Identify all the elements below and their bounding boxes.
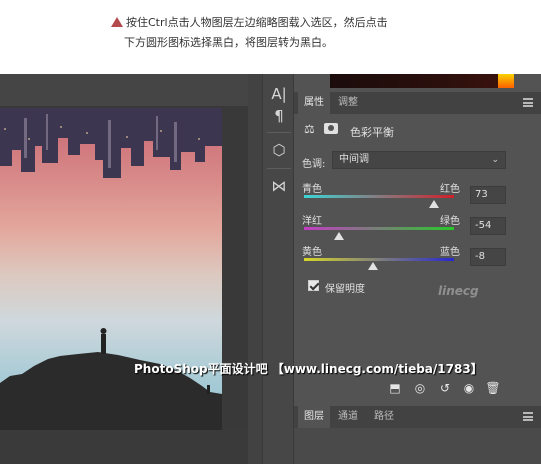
- layers-menu-icon[interactable]: [523, 412, 533, 421]
- slider-cyan-red-thumb[interactable]: [428, 200, 439, 208]
- caption-line-2: 下方圆形图标选择黑白，将图层转为黑白。: [124, 36, 333, 49]
- tab-adjustments[interactable]: 调整: [338, 92, 358, 114]
- preserve-luminosity-checkbox[interactable]: [308, 280, 319, 291]
- paragraph-icon[interactable]: ¶: [267, 104, 291, 128]
- instruction-caption: 按住Ctrl点击人物图层左边缩略图载入选区，然后点击 下方圆形图标选择黑白，将图…: [0, 0, 541, 74]
- tab-layers[interactable]: 图层: [298, 406, 330, 428]
- mask-circle: [328, 125, 334, 131]
- tool-separator: [267, 132, 291, 133]
- slider-yellow-blue-thumb[interactable]: [368, 262, 378, 270]
- site-watermark: PhotoShop平面设计吧 【www.linecg.com/tieba/178…: [134, 362, 483, 376]
- properties-icon-bar: ⬒ ◎ ↺ ◉ 🗑: [294, 376, 541, 400]
- slider-magenta-green-thumb[interactable]: [333, 232, 344, 240]
- photoshop-window: A| ¶ ⬡ ⋈ 属性 调整 ⚖ 色彩平衡 色调: 中间调 ⌄ 青色 红色 73: [0, 74, 541, 464]
- transform-icon[interactable]: ⋈: [267, 174, 291, 198]
- trash-icon[interactable]: 🗑: [484, 379, 502, 397]
- hill-silhouette: [0, 328, 222, 430]
- clip-to-layer-icon[interactable]: ⬒: [386, 379, 404, 397]
- visibility-eye-icon[interactable]: ◉: [460, 379, 478, 397]
- tab-paths[interactable]: 路径: [374, 406, 394, 428]
- layers-tabs: 图层 通道 路径: [294, 406, 541, 428]
- caption-line-1: 按住Ctrl点击人物图层左边缩略图载入选区，然后点击: [126, 16, 388, 29]
- slider-cyan-label: 青色: [302, 184, 322, 195]
- faint-watermark: linecg: [438, 284, 479, 298]
- tone-label: 色调:: [302, 159, 326, 170]
- reset-icon[interactable]: ↺: [436, 379, 454, 397]
- canvas-top-area: [0, 74, 248, 106]
- tool-strip: A| ¶ ⬡ ⋈: [262, 74, 294, 464]
- tone-select[interactable]: 中间调 ⌄: [332, 151, 506, 169]
- 3d-cube-icon[interactable]: ⬡: [267, 138, 291, 162]
- document-canvas[interactable]: [0, 74, 248, 464]
- chevron-down-icon: ⌄: [491, 155, 499, 165]
- canvas-image[interactable]: [0, 108, 222, 430]
- panel-menu-icon[interactable]: [523, 98, 533, 107]
- color-swatch[interactable]: [498, 74, 514, 88]
- color-gradient-strip[interactable]: [330, 74, 508, 88]
- slider-magenta-green-value[interactable]: -54: [470, 217, 506, 235]
- view-previous-state-icon[interactable]: ◎: [411, 379, 429, 397]
- layers-list[interactable]: [294, 428, 541, 464]
- panel-divider: [248, 74, 262, 464]
- balance-icon: ⚖: [304, 122, 315, 136]
- slider-green-label: 绿色: [440, 216, 460, 227]
- slider-yellow-blue-track[interactable]: [304, 258, 454, 261]
- slider-red-label: 红色: [440, 184, 460, 195]
- canvas-bottom-area: [0, 430, 248, 464]
- slider-yellow-blue-value[interactable]: -8: [470, 248, 506, 266]
- slider-blue-label: 蓝色: [440, 247, 460, 258]
- preserve-luminosity-label: 保留明度: [325, 284, 365, 295]
- tone-select-value: 中间调: [339, 154, 369, 165]
- tab-channels[interactable]: 通道: [338, 406, 358, 428]
- slider-cyan-red-value[interactable]: 73: [470, 186, 506, 204]
- caption-bullet-icon: [111, 17, 123, 27]
- layer-mask-icon[interactable]: [324, 123, 338, 134]
- text-tool-icon[interactable]: A|: [267, 82, 291, 106]
- tool-separator: [267, 168, 291, 169]
- properties-tabs: 属性 调整: [294, 92, 541, 114]
- slider-cyan-red-track[interactable]: [304, 195, 454, 198]
- slider-yellow-label: 黄色: [302, 247, 322, 258]
- tab-properties[interactable]: 属性: [298, 92, 330, 114]
- adjustment-title: 色彩平衡: [350, 126, 394, 139]
- slider-magenta-green-track[interactable]: [304, 227, 454, 230]
- properties-panel: 属性 调整 ⚖ 色彩平衡 色调: 中间调 ⌄ 青色 红色 73 洋红 绿色 -5…: [294, 74, 541, 464]
- slider-magenta-label: 洋红: [302, 216, 322, 227]
